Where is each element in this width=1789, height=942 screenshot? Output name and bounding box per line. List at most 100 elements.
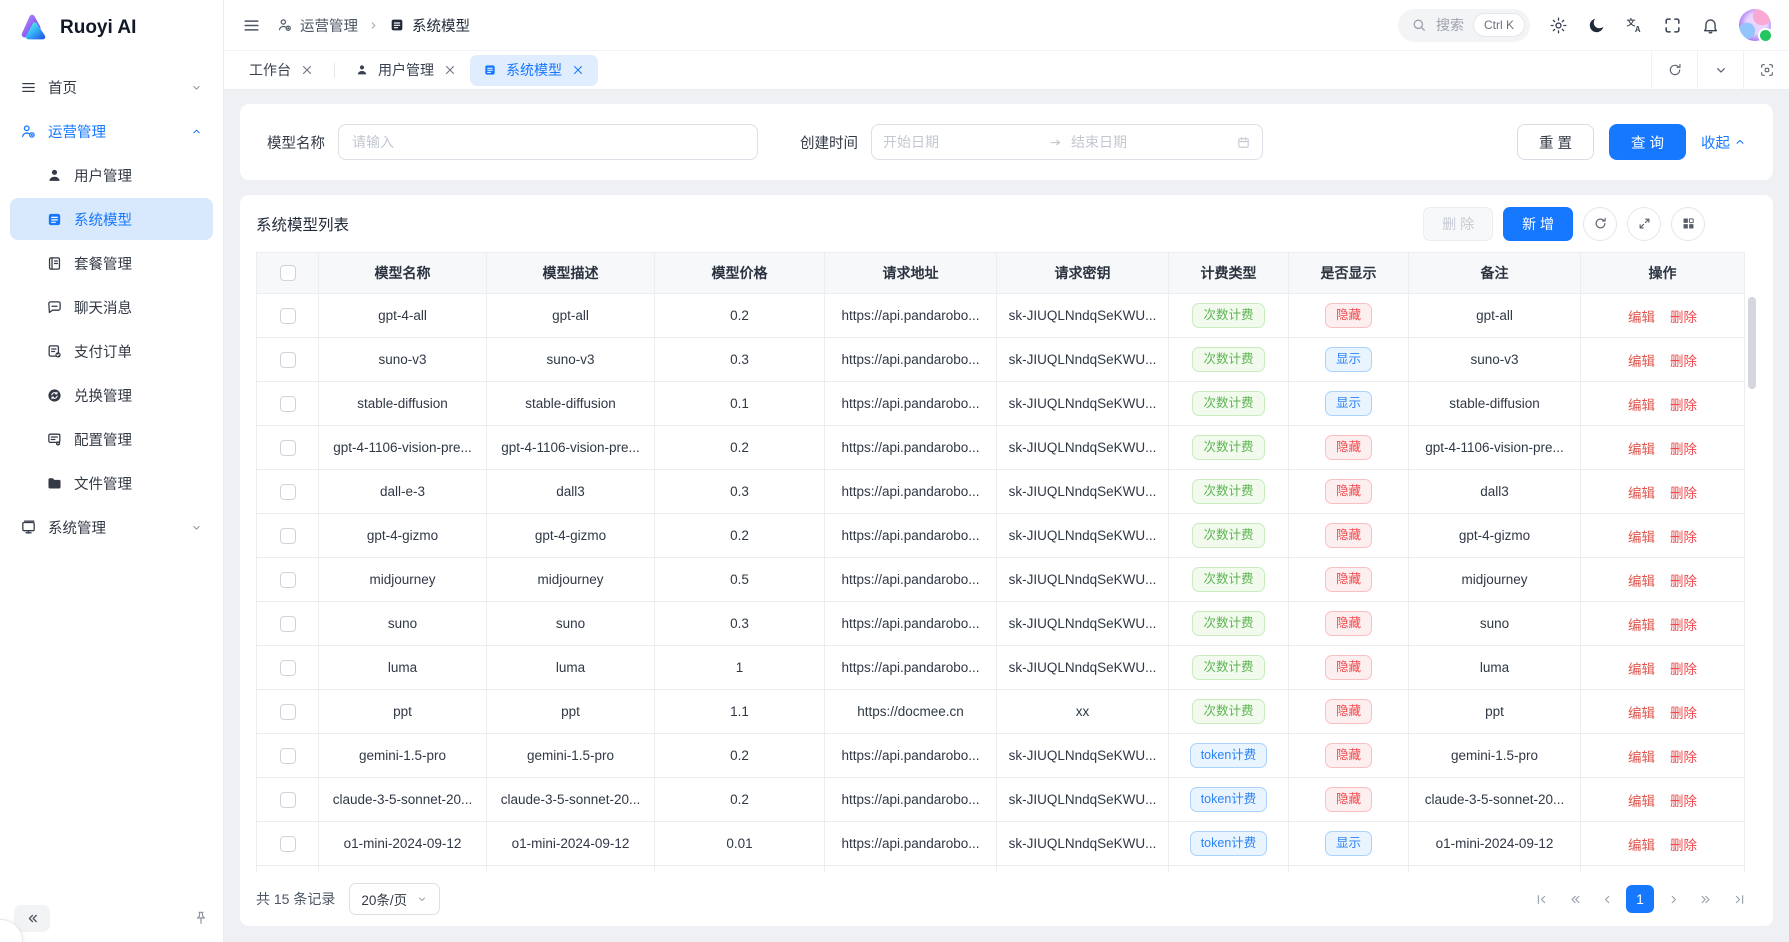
delete-link[interactable]: 删除 (1670, 570, 1697, 590)
edit-link[interactable]: 编辑 (1628, 570, 1655, 590)
delete-link[interactable]: 删除 (1670, 350, 1697, 370)
edit-link[interactable]: 编辑 (1628, 658, 1655, 678)
delete-link[interactable]: 删除 (1670, 526, 1697, 546)
model-name-cell: suno (319, 602, 487, 646)
row-checkbox[interactable] (280, 484, 296, 500)
jump-forward-button[interactable] (1692, 885, 1720, 913)
row-checkbox[interactable] (280, 572, 296, 588)
sidebar-collapse-button[interactable] (14, 905, 50, 932)
page-size-select[interactable]: 20条/页 (349, 883, 440, 915)
current-page-button[interactable]: 1 (1626, 885, 1654, 913)
collapse-filter-link[interactable]: 收起 (1701, 132, 1746, 153)
row-checkbox[interactable] (280, 660, 296, 676)
row-checkbox[interactable] (280, 308, 296, 324)
breadcrumb-item[interactable]: 系统模型 (389, 15, 470, 36)
sidebar-item-ops[interactable]: 运营管理 (10, 110, 213, 152)
edit-link[interactable]: 编辑 (1628, 526, 1655, 546)
tab-工作台[interactable]: 工作台 (236, 55, 327, 86)
row-checkbox[interactable] (280, 704, 296, 720)
row-checkbox[interactable] (280, 265, 296, 281)
edit-link[interactable]: 编辑 (1628, 438, 1655, 458)
edit-link[interactable]: 编辑 (1628, 702, 1655, 722)
delete-link[interactable]: 删除 (1670, 306, 1697, 326)
breadcrumb-item[interactable]: 运营管理 (277, 15, 358, 36)
tab-close-icon[interactable] (300, 63, 314, 77)
model-name-input[interactable] (338, 124, 758, 160)
remark-cell: gemini-1.5-pro (1409, 734, 1581, 778)
table-row: stable-diffusionstable-diffusion0.1https… (257, 382, 1744, 426)
next-page-button[interactable] (1659, 885, 1687, 913)
edit-link[interactable]: 编辑 (1628, 790, 1655, 810)
sidebar-item-files[interactable]: 文件管理 (10, 462, 213, 504)
tab-用户管理[interactable]: 用户管理 (342, 55, 470, 86)
column-settings-grid-icon[interactable] (1671, 207, 1705, 241)
sidebar-item-payorder[interactable]: 支付订单 (10, 330, 213, 372)
delete-link[interactable]: 删除 (1670, 482, 1697, 502)
row-checkbox[interactable] (280, 748, 296, 764)
tab-系统模型[interactable]: 系统模型 (470, 55, 598, 86)
row-checkbox[interactable] (280, 396, 296, 412)
delete-link[interactable]: 删除 (1670, 834, 1697, 854)
delete-link[interactable]: 删除 (1670, 790, 1697, 810)
add-button[interactable]: 新 增 (1503, 207, 1573, 241)
first-page-button[interactable] (1527, 885, 1555, 913)
request-url-cell: https://api.pandarobo... (825, 382, 997, 426)
vertical-scrollbar-thumb[interactable] (1748, 297, 1756, 389)
sidebar-item-home[interactable]: 首页 (10, 66, 213, 108)
edit-link[interactable]: 编辑 (1628, 394, 1655, 414)
sidebar-item-system[interactable]: 系统管理 (10, 506, 213, 548)
edit-link[interactable]: 编辑 (1628, 746, 1655, 766)
refresh-page-icon[interactable] (1651, 51, 1697, 89)
pin-icon[interactable] (193, 910, 209, 926)
delete-button[interactable]: 删 除 (1423, 207, 1493, 241)
edit-link[interactable]: 编辑 (1628, 834, 1655, 854)
table-refresh-icon[interactable] (1583, 207, 1617, 241)
row-checkbox[interactable] (280, 836, 296, 852)
row-checkbox[interactable] (280, 792, 296, 808)
sidebar-item-chat[interactable]: 聊天消息 (10, 286, 213, 328)
content-maximize-icon[interactable] (1743, 51, 1789, 89)
translate-icon[interactable]: 文A (1625, 16, 1644, 35)
sidebar-item-model[interactable]: 系统模型 (10, 198, 213, 240)
delete-link[interactable]: 删除 (1670, 394, 1697, 414)
edit-link[interactable]: 编辑 (1628, 306, 1655, 326)
hamburger-menu-icon[interactable] (242, 16, 261, 35)
global-search[interactable]: 搜索 Ctrl K (1398, 9, 1530, 42)
date-range-picker[interactable] (871, 124, 1263, 160)
sidebar-item-package[interactable]: 套餐管理 (10, 242, 213, 284)
jump-back-button[interactable] (1560, 885, 1588, 913)
table-fullscreen-icon[interactable] (1627, 207, 1661, 241)
delete-link[interactable]: 删除 (1670, 658, 1697, 678)
sidebar-item-label: 支付订单 (74, 341, 132, 362)
sidebar-item-label: 系统管理 (48, 517, 106, 538)
dark-mode-moon-icon[interactable] (1587, 16, 1606, 35)
delete-link[interactable]: 删除 (1670, 438, 1697, 458)
row-checkbox[interactable] (280, 528, 296, 544)
row-checkbox[interactable] (280, 616, 296, 632)
end-date-input[interactable] (1071, 134, 1228, 150)
last-page-button[interactable] (1725, 885, 1753, 913)
sidebar-item-redeem[interactable]: 兑换管理 (10, 374, 213, 416)
tab-close-icon[interactable] (571, 63, 585, 77)
edit-link[interactable]: 编辑 (1628, 614, 1655, 634)
prev-page-button[interactable] (1593, 885, 1621, 913)
sidebar-item-config[interactable]: 配置管理 (10, 418, 213, 460)
visibility-badge: 隐藏 (1325, 479, 1372, 504)
fullscreen-icon[interactable] (1663, 16, 1682, 35)
notifications-bell-icon[interactable] (1701, 16, 1720, 35)
edit-link[interactable]: 编辑 (1628, 482, 1655, 502)
delete-link[interactable]: 删除 (1670, 702, 1697, 722)
start-date-input[interactable] (883, 134, 1040, 150)
edit-link[interactable]: 编辑 (1628, 350, 1655, 370)
sidebar-item-users[interactable]: 用户管理 (10, 154, 213, 196)
query-button[interactable]: 查 询 (1609, 124, 1686, 160)
tab-close-icon[interactable] (443, 63, 457, 77)
delete-link[interactable]: 删除 (1670, 746, 1697, 766)
reset-button[interactable]: 重 置 (1517, 124, 1594, 160)
tabs-chevron-down-icon[interactable] (1697, 51, 1743, 89)
user-avatar[interactable] (1739, 9, 1771, 41)
row-checkbox[interactable] (280, 440, 296, 456)
row-checkbox[interactable] (280, 352, 296, 368)
settings-gear-icon[interactable] (1549, 16, 1568, 35)
delete-link[interactable]: 删除 (1670, 614, 1697, 634)
